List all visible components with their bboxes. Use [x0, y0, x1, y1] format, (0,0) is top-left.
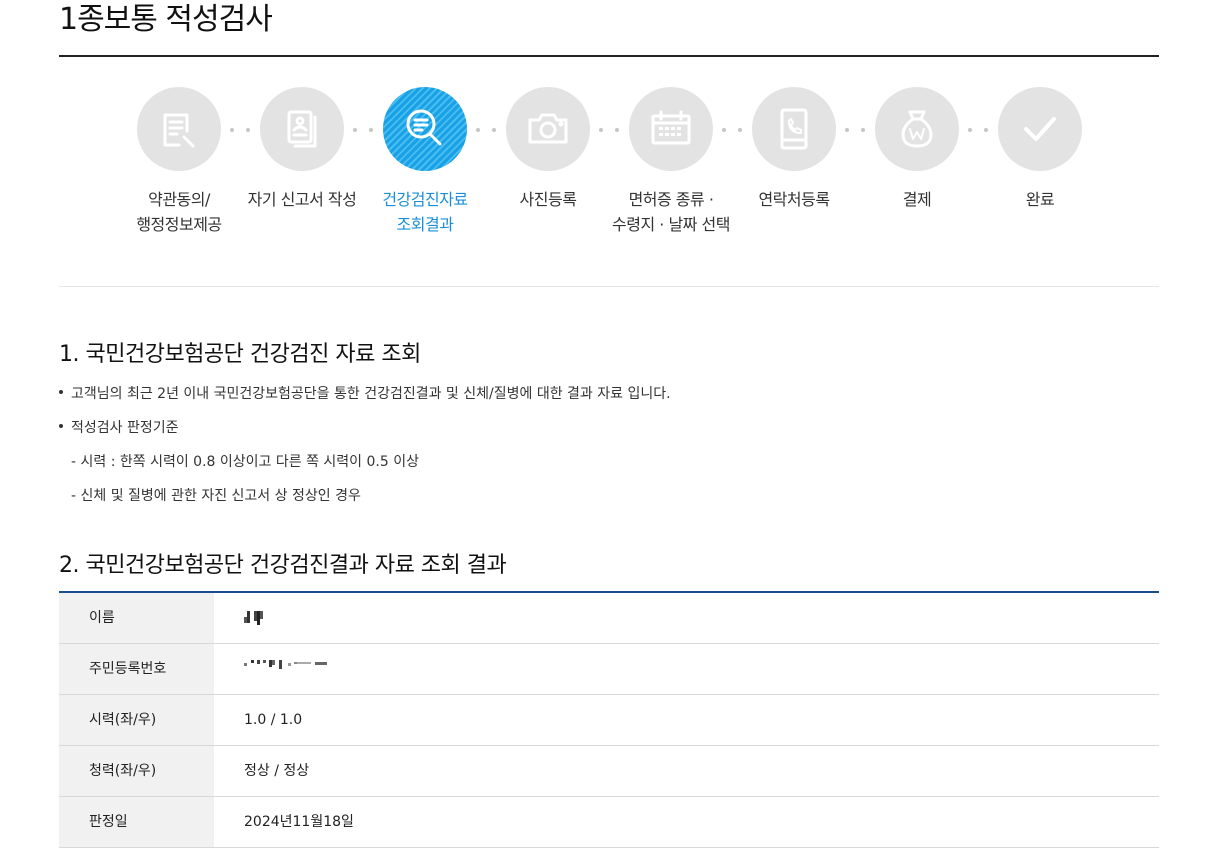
calendar-icon — [651, 110, 691, 145]
sub-list-item: - 시력 : 한쪽 시력이 0.8 이상이고 다른 쪽 시력이 0.5 이상 — [71, 450, 419, 474]
table-row: 판정일 2024년11월18일 — [59, 797, 1159, 848]
bullet-dot — [59, 424, 63, 428]
row-label: 이름 — [59, 593, 214, 643]
money-bag-icon — [901, 110, 933, 148]
title-divider — [59, 55, 1159, 57]
step-label: 사진등록 — [519, 190, 577, 209]
step-circle — [875, 87, 959, 171]
table-row: 주민등록번호 — [59, 644, 1159, 695]
page-title: 1종보통 적성검사 — [59, 2, 273, 37]
step-self-report: 자기 신고서 작성 — [232, 87, 372, 212]
result-table: 이름 주민등록번호 시력(좌/우) 1.0 / 1.0 청력(좌/우) 정상 /… — [59, 591, 1159, 848]
magnifier-icon — [406, 109, 442, 146]
step-contact-register: 연락처등록 — [724, 87, 864, 212]
table-row: 시력(좌/우) 1.0 / 1.0 — [59, 695, 1159, 746]
row-value: 2024년11월18일 — [244, 814, 354, 830]
step-label: 건강검진자료 — [382, 190, 468, 209]
report-paper-icon — [287, 110, 317, 148]
step-label: 자기 신고서 작성 — [247, 190, 357, 209]
step-complete: 완료 — [970, 87, 1110, 212]
step-photo-upload: 사진등록 — [478, 87, 618, 212]
step-terms-agreement: 약관동의/행정정보제공 — [109, 87, 249, 237]
table-row: 청력(좌/우) 정상 / 정상 — [59, 746, 1159, 797]
row-label: 주민등록번호 — [59, 644, 214, 694]
row-label: 청력(좌/우) — [59, 746, 214, 796]
list-item: 고객님의 최근 2년 이내 국민건강보험공단을 통한 건강검진결과 및 신체/질… — [59, 382, 671, 406]
section2-heading: 2. 국민건강보험공단 건강검진결과 자료 조회 결과 — [59, 553, 507, 578]
redacted-mosaic — [244, 611, 263, 625]
name-value-redacted — [214, 593, 1159, 643]
table-row: 이름 — [59, 593, 1159, 644]
list-item: 적성검사 판정기준 — [59, 416, 179, 440]
mobile-phone-icon — [780, 108, 808, 150]
step-circle — [998, 87, 1082, 171]
sub-list-item: - 신체 및 질병에 관한 자진 신고서 상 정상인 경우 — [71, 484, 361, 508]
step-circle — [137, 87, 221, 171]
step-label: 약관동의/ — [148, 190, 210, 209]
bullet-text: 적성검사 판정기준 — [71, 420, 179, 436]
sub-text: - 시력 : 한쪽 시력이 0.8 이상이고 다른 쪽 시력이 0.5 이상 — [71, 454, 419, 470]
step-payment: 결제 — [847, 87, 987, 212]
sub-text: - 신체 및 질병에 관한 자진 신고서 상 정상인 경우 — [71, 488, 361, 504]
step-circle — [629, 87, 713, 171]
step-label-line2: 행정정보제공 — [136, 215, 222, 234]
step-label: 결제 — [902, 190, 932, 209]
step-label-line2: 수령지 · 날짜 선택 — [612, 215, 730, 234]
step-circle — [260, 87, 344, 171]
step-license-type-select: 면허증 종류 · 수령지 · 날짜 선택 — [601, 87, 741, 237]
row-value: 정상 / 정상 — [244, 763, 310, 779]
progress-stepper: 약관동의/행정정보제공 자기 신고서 작성 건강검진자료 조회결과 사진등록 면… — [59, 87, 1159, 247]
step-label: 완료 — [1025, 190, 1055, 209]
row-label: 시력(좌/우) — [59, 695, 214, 745]
bullet-dot — [59, 390, 63, 394]
row-label: 판정일 — [59, 797, 214, 847]
row-value: 1.0 / 1.0 — [244, 712, 303, 728]
step-label: 연락처등록 — [758, 190, 830, 209]
redacted-mosaic — [244, 660, 327, 669]
section-divider — [59, 286, 1159, 287]
document-pen-icon — [163, 113, 195, 148]
bullet-text: 고객님의 최근 2년 이내 국민건강보험공단을 통한 건강검진결과 및 신체/질… — [71, 386, 671, 402]
step-circle-active — [383, 87, 467, 171]
section1-heading: 1. 국민건강보험공단 건강검진 자료 조회 — [59, 342, 421, 367]
step-circle — [752, 87, 836, 171]
step-label-line2: 조회결과 — [396, 215, 454, 234]
step-circle — [506, 87, 590, 171]
camera-icon — [528, 113, 568, 144]
step-label: 면허증 종류 · — [628, 190, 714, 209]
checkmark-icon — [1024, 117, 1056, 141]
rrn-value-redacted — [214, 644, 1159, 694]
step-health-checkup-result: 건강검진자료조회결과 — [355, 87, 495, 237]
